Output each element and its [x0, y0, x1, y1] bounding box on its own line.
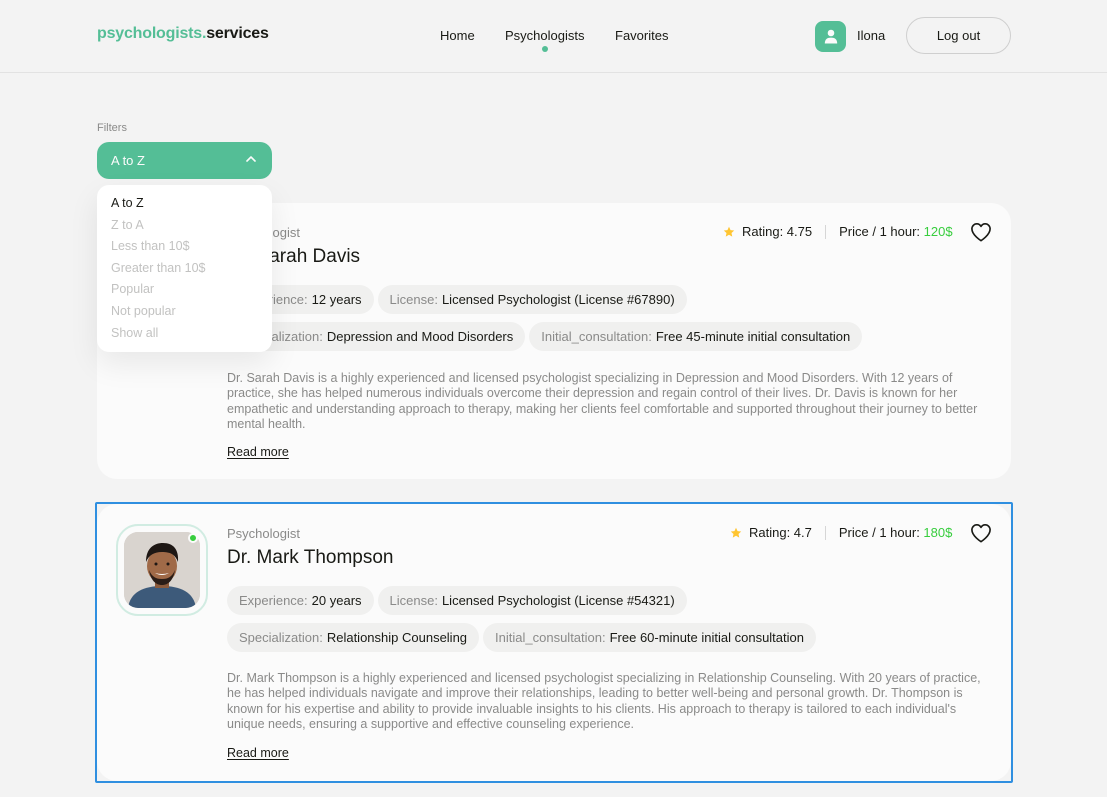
rating: Rating: 4.75	[742, 224, 813, 239]
consultation-tag: Initial_consultation: Free 60-minute init…	[483, 623, 816, 652]
online-indicator	[188, 533, 198, 543]
sort-option-a-to-z[interactable]: A to Z	[97, 196, 272, 218]
price-value: 120$	[923, 224, 953, 239]
tag-value: Free 45-minute initial consultation	[655, 329, 851, 344]
sort-option-not-popular[interactable]: Not popular	[97, 304, 272, 326]
tag-value: Licensed Psychologist (License #67890)	[441, 292, 675, 307]
read-more-link[interactable]: Read more	[227, 746, 289, 760]
tag-value: 12 years	[311, 292, 362, 307]
read-more-link[interactable]: Read more	[227, 445, 289, 459]
license-tag: License: Licensed Psychologist (License #…	[377, 285, 687, 314]
tags-row-1: Experience: 20 years License: Licensed Psy…	[227, 586, 687, 615]
sort-dropdown: A to Z Z to A Less than 10$ Greater than…	[97, 185, 272, 352]
rating: Rating: 4.7	[749, 525, 812, 540]
nav-psychologists[interactable]: Psychologists	[505, 28, 584, 43]
header: psychologists.services Home Psychologist…	[0, 0, 1107, 73]
price-value: 180$	[923, 525, 953, 540]
tags-row-1: Experience: 12 years License: Licensed Psy…	[227, 285, 687, 314]
tag-value: 20 years	[311, 593, 362, 608]
chevron-up-icon	[246, 156, 256, 162]
logout-button[interactable]: Log out	[906, 17, 1011, 54]
tag-value: Free 60-minute initial consultation	[609, 630, 804, 645]
rating-price: Rating: 4.7 Price / 1 hour: 180$	[730, 525, 952, 540]
tags-row-2: Specialization: Depression and Mood Disor…	[227, 322, 863, 351]
divider	[824, 525, 826, 540]
nav-favorites[interactable]: Favorites	[615, 28, 668, 43]
sort-select-value: A to Z	[111, 153, 145, 168]
psychologist-description: Dr. Sarah Davis is a highly experienced …	[227, 371, 978, 431]
logo-part2: services	[206, 25, 269, 42]
user-name: Ilona	[857, 28, 886, 43]
tag-value: Relationship Counseling	[326, 630, 468, 645]
avatar	[116, 524, 208, 616]
sort-select[interactable]: A to Z	[97, 142, 272, 179]
sort-option-less-than-10[interactable]: Less than 10$	[97, 239, 272, 261]
star-icon	[730, 527, 742, 538]
logo-part1: psychologists.	[97, 25, 207, 42]
rating-price: Rating: 4.75 Price / 1 hour: 120$	[723, 224, 953, 239]
heart-icon[interactable]	[970, 523, 992, 543]
tag-value: Licensed Psychologist (License #54321)	[441, 593, 675, 608]
tag-value: Depression and Mood Disorders	[326, 329, 514, 344]
avatar-photo	[124, 532, 200, 608]
nav-home[interactable]: Home	[440, 28, 475, 43]
tag-label: Initial_consultation:	[495, 630, 606, 645]
consultation-tag: Initial_consultation: Free 45-minute init…	[529, 322, 863, 351]
divider	[825, 224, 827, 239]
tags-row-2: Specialization: Relationship Counseling I…	[227, 623, 816, 652]
user-avatar	[815, 21, 846, 52]
tag-label: License:	[389, 292, 438, 307]
tag-label: Experience:	[239, 593, 308, 608]
sort-option-z-to-a[interactable]: Z to A	[97, 218, 272, 240]
psychologist-description: Dr. Mark Thompson is a highly experience…	[227, 671, 981, 731]
specialization-tag: Specialization: Relationship Counseling	[227, 623, 480, 652]
logo[interactable]: psychologists.services	[97, 25, 269, 43]
sort-option-show-all[interactable]: Show all	[97, 326, 272, 348]
license-tag: License: Licensed Psychologist (License #…	[377, 586, 687, 615]
sort-option-greater-than-10[interactable]: Greater than 10$	[97, 261, 272, 283]
sort-option-popular[interactable]: Popular	[97, 282, 272, 304]
experience-tag: Experience: 20 years	[227, 586, 374, 615]
tag-label: License:	[389, 593, 438, 608]
psychologist-card: Psychologist Dr. Mark Thompson Rating: 4…	[97, 504, 1011, 781]
filters-label: Filters	[97, 122, 127, 134]
tag-label: Initial_consultation:	[541, 329, 652, 344]
heart-icon[interactable]	[970, 222, 992, 242]
portrait-image	[124, 532, 200, 608]
psychologist-name: Dr. Mark Thompson	[227, 547, 394, 568]
star-icon	[723, 226, 735, 237]
price-label: Price / 1 hour:	[838, 525, 924, 540]
user-icon	[824, 29, 837, 44]
price-label: Price / 1 hour:	[839, 224, 924, 239]
tag-label: Specialization:	[239, 630, 323, 645]
role-label: Psychologist	[227, 526, 300, 541]
active-nav-indicator	[542, 46, 548, 52]
